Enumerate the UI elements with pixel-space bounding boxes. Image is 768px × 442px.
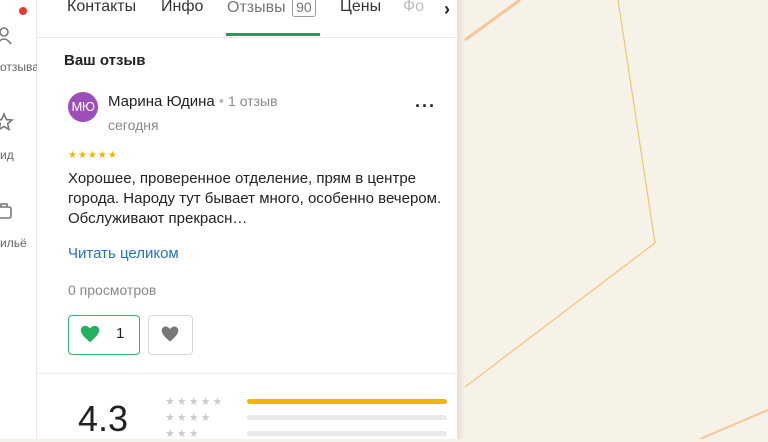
author-name[interactable]: Марина Юдина: [108, 93, 215, 110]
rating-row-stars: ★★★★: [165, 412, 213, 424]
rail-item-label: ид: [0, 148, 14, 162]
tab-bar: Контакты Инфо Отзывы 90 Цены Фо ›: [37, 0, 457, 38]
tab-reviews-count: 90: [292, 0, 316, 17]
tab-photos[interactable]: Фо: [403, 0, 424, 16]
more-options-icon[interactable]: ···: [415, 96, 436, 117]
tab-reviews-label: Отзывы: [227, 0, 286, 16]
review-text: Хорошее, проверенное отделение, прям в ц…: [68, 170, 442, 227]
separator-dot: •: [218, 93, 225, 110]
section-title: Ваш отзыв: [64, 52, 146, 69]
review-stars: ★★★★★: [68, 150, 118, 161]
tab-contacts[interactable]: Контакты: [67, 0, 136, 16]
panel-shadow: [457, 0, 465, 439]
heart-icon: [80, 325, 100, 343]
tab-prices[interactable]: Цены: [340, 0, 381, 16]
tab-info[interactable]: Инфо: [161, 0, 203, 16]
tab-reviews[interactable]: Отзывы 90: [227, 0, 316, 17]
map-road: [699, 409, 768, 439]
rating-bar: [247, 415, 447, 420]
heart-outline-icon: [161, 326, 179, 342]
like-count: 1: [116, 325, 125, 342]
avatar[interactable]: МЮ: [68, 92, 98, 122]
place-panel: Контакты Инфо Отзывы 90 Цены Фо › Ваш от…: [37, 0, 457, 440]
read-more-link[interactable]: Читать целиком: [68, 245, 179, 262]
people-icon: [0, 27, 12, 45]
active-tab-indicator: [226, 33, 320, 36]
review-date: сегодня: [108, 117, 159, 133]
star-icon: [0, 112, 14, 132]
like-button[interactable]: 1: [68, 315, 140, 355]
rail-item-label: ильё: [0, 236, 27, 250]
chevron-right-icon[interactable]: ›: [437, 0, 457, 21]
map-boundary: [464, 0, 656, 388]
review-author: Марина Юдина • 1 отзыв: [108, 93, 278, 110]
dislike-button[interactable]: [148, 315, 193, 355]
divider: [37, 373, 457, 374]
rail-item-label: отзыва: [0, 60, 39, 74]
rating-row-stars: ★★★: [165, 428, 201, 440]
notification-dot: [19, 7, 27, 15]
views-count: 0 просмотров: [68, 282, 157, 298]
rating-value: 4.3: [78, 398, 129, 439]
map-road: [464, 0, 521, 42]
rating-bar-fill: [247, 399, 447, 404]
rating-bar: [247, 399, 447, 404]
author-review-count: 1 отзыв: [228, 93, 278, 109]
bag-icon: [0, 203, 12, 219]
rating-row-stars: ★★★★★: [165, 396, 225, 408]
left-rail: отзыва ид ильё: [0, 0, 39, 439]
rating-bar: [247, 431, 447, 436]
